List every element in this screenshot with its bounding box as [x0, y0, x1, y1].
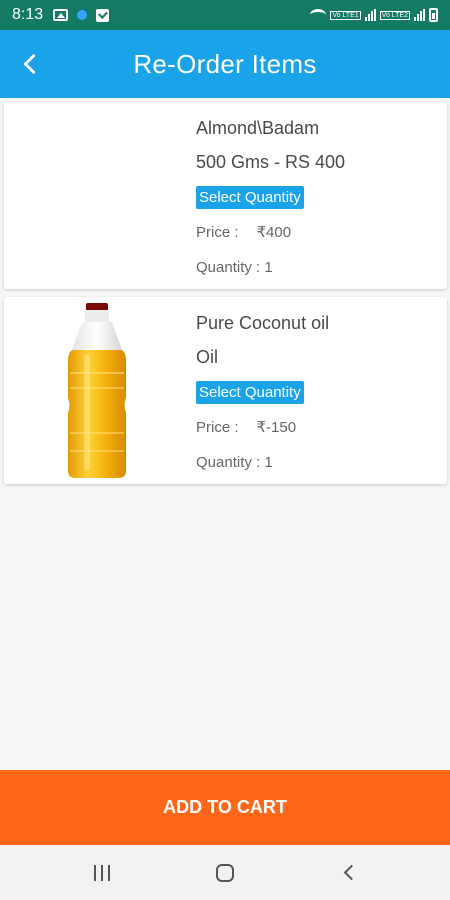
app-bar: Re-Order Items	[0, 30, 450, 98]
quantity-text: Quantity : 1	[196, 259, 273, 276]
quantity-text: Quantity : 1	[196, 454, 273, 471]
home-icon	[215, 863, 234, 882]
price-label: Price :	[196, 419, 239, 436]
home-button[interactable]	[205, 853, 245, 893]
add-to-cart-button[interactable]: ADD TO CART	[0, 770, 450, 845]
product-image	[44, 108, 154, 283]
recent-apps-icon	[93, 864, 110, 881]
select-quantity-button[interactable]: Select Quantity	[196, 381, 304, 404]
price-row: Price : ₹400	[196, 223, 441, 245]
wifi-icon	[310, 9, 327, 21]
system-back-button[interactable]	[328, 853, 368, 893]
price-value: ₹-150	[256, 419, 297, 436]
notification-icons	[53, 8, 110, 22]
product-image	[44, 303, 154, 478]
system-icons: Vo LTE1 Vo LTE2	[310, 8, 438, 22]
oil-bottle-image	[68, 303, 126, 478]
volte-icon-2: Vo LTE2	[379, 10, 410, 20]
page-title: Re-Order Items	[133, 48, 317, 79]
signal-icon-2	[414, 9, 425, 21]
status-time: 8:13	[12, 6, 44, 23]
price-row: Price : ₹-150	[196, 418, 441, 440]
product-info: Almond\Badam 500 Gms - RS 400 Select Qua…	[196, 116, 441, 281]
product-variant: Oil	[196, 347, 218, 367]
select-quantity-button[interactable]: Select Quantity	[196, 186, 304, 209]
product-variant: 500 Gms - RS 400	[196, 152, 346, 172]
back-arrow-icon	[343, 864, 360, 881]
check-notification-icon	[96, 8, 110, 22]
status-bar: 8:13 Vo LTE1 Vo LTE2	[0, 0, 450, 30]
chevron-left-icon	[23, 54, 36, 74]
price-value: ₹400	[256, 224, 292, 241]
order-item-card: Almond\Badam 500 Gms - RS 400 Select Qua…	[4, 102, 447, 289]
price-label: Price :	[196, 224, 239, 241]
order-item-card: Pure Coconut oil Oil Select Quantity Pri…	[4, 297, 447, 484]
back-button[interactable]	[10, 44, 50, 84]
volte-icon: Vo LTE1	[330, 10, 361, 20]
recent-apps-button[interactable]	[82, 853, 122, 893]
app-notification-icon	[77, 10, 88, 20]
system-nav-bar	[0, 845, 450, 900]
signal-icon	[364, 9, 376, 21]
product-info: Pure Coconut oil Oil Select Quantity Pri…	[196, 311, 441, 476]
gallery-icon	[53, 9, 69, 21]
product-name: Pure Coconut oil	[196, 313, 330, 333]
battery-icon	[429, 8, 438, 22]
product-name: Almond\Badam	[196, 118, 320, 138]
